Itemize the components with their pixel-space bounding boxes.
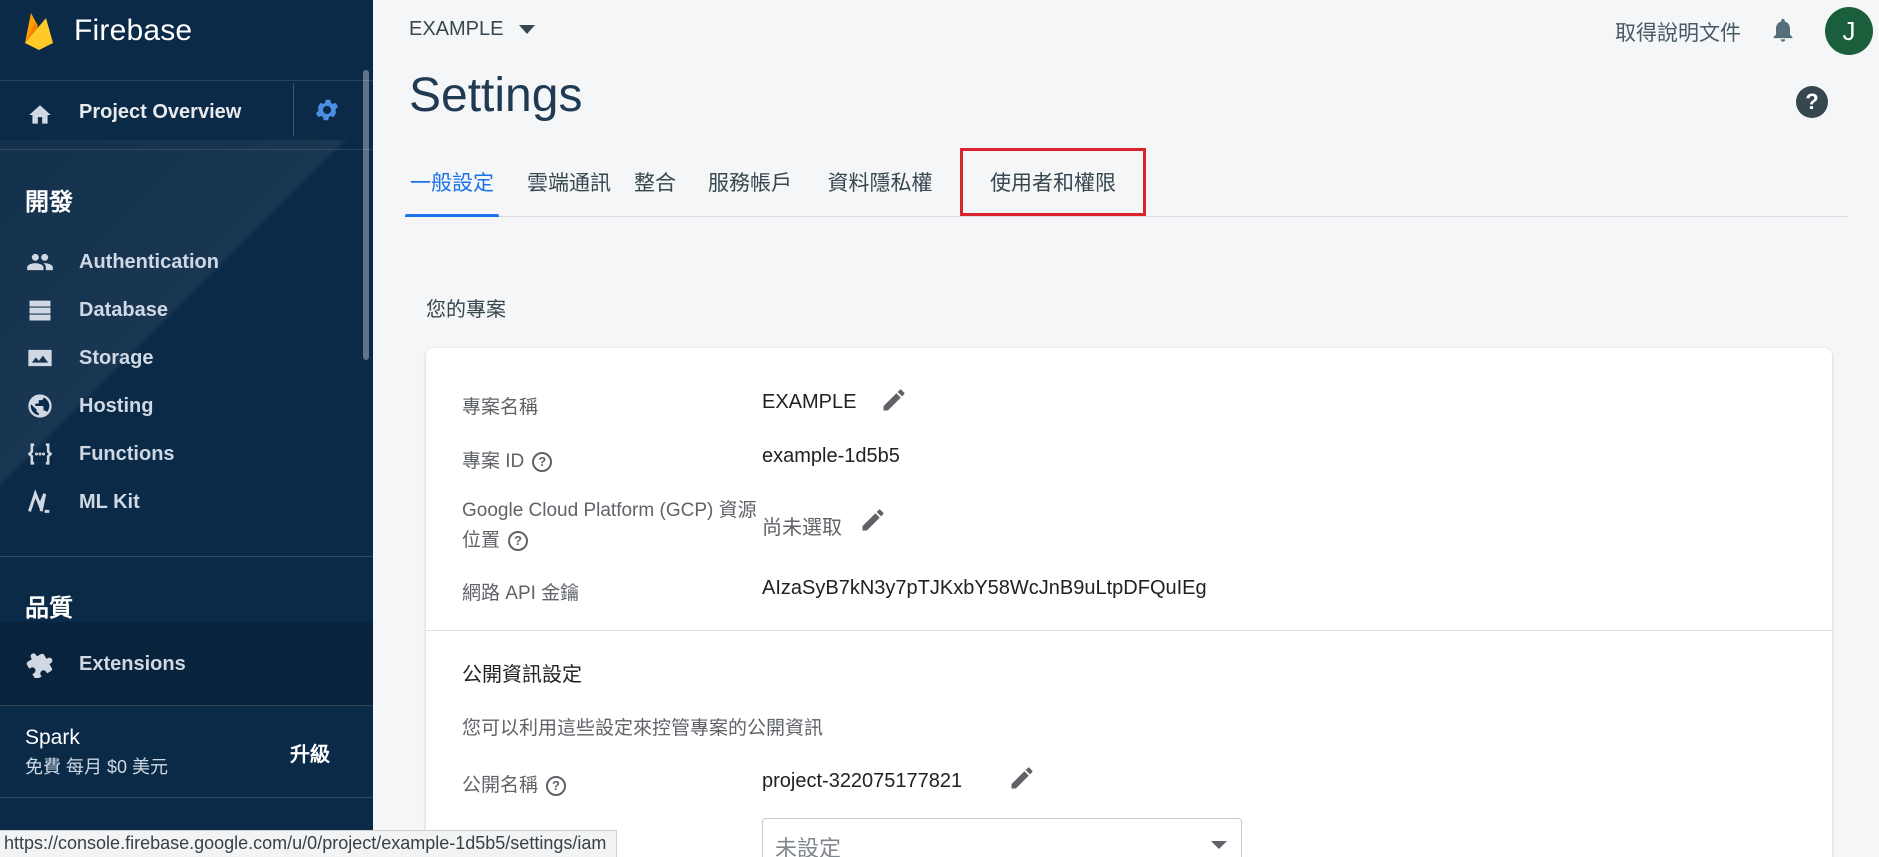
- sidebar-item-label: Authentication: [79, 250, 219, 273]
- brand-name: Firebase: [74, 14, 193, 47]
- tab-general[interactable]: 一般設定: [405, 148, 499, 217]
- functions-icon: [27, 443, 53, 465]
- gcp-label-line1: Google Cloud Platform (GCP) 資源: [462, 500, 757, 521]
- project-name: EXAMPLE: [409, 18, 504, 40]
- divider: [0, 556, 373, 557]
- project-id-label: 專案 ID?: [462, 446, 553, 473]
- divider: [426, 630, 1832, 631]
- puzzle-icon: [26, 653, 53, 678]
- avatar[interactable]: J: [1825, 7, 1873, 55]
- upgrade-button[interactable]: 升級: [290, 738, 330, 767]
- page-title: Settings: [409, 69, 583, 122]
- public-settings-description: 您可以利用這些設定來控管專案的公開資訊: [462, 718, 824, 739]
- section-quality-title: 品質: [25, 595, 73, 622]
- sidebar-item-label: Extensions: [79, 652, 186, 675]
- status-bar-url: https://console.firebase.google.com/u/0/…: [0, 830, 618, 857]
- database-icon: [29, 300, 51, 321]
- public-settings-title: 公開資訊設定: [462, 664, 582, 686]
- globe-icon: [28, 394, 52, 418]
- gcp-location-value: 尚未選取: [762, 517, 842, 539]
- public-name-label: 公開名稱?: [462, 770, 567, 797]
- public-name-value: project-322075177821: [762, 770, 963, 792]
- select-value: 未設定: [775, 836, 842, 857]
- sidebar-item-label: Functions: [79, 442, 175, 465]
- project-name-label: 專案名稱: [462, 397, 539, 418]
- sidebar-item-extensions[interactable]: Extensions: [0, 642, 373, 686]
- project-name-value: EXAMPLE: [762, 391, 857, 413]
- project-id-label-text: 專案 ID: [462, 451, 525, 472]
- help-outline-icon[interactable]: ?: [546, 775, 567, 796]
- gcp-label-line2: 位置: [462, 530, 501, 551]
- api-key-label: 網路 API 金鑰: [462, 583, 580, 604]
- divider: [293, 83, 294, 137]
- settings-tabs: 一般設定 雲端通訊 整合 服務帳戶 資料隱私權 使用者和權限: [405, 148, 1848, 217]
- sidebar-item-label: Hosting: [79, 394, 154, 417]
- sidebar-item-authentication[interactable]: Authentication: [0, 240, 373, 284]
- api-key-value: AIzaSyB7kN3y7pTJKxbY58WcJnB9uLtpDFQuIEg: [762, 577, 1207, 599]
- chevron-down-icon: [519, 25, 536, 34]
- firebase-logo[interactable]: Firebase: [22, 8, 192, 54]
- help-outline-icon[interactable]: ?: [532, 451, 553, 472]
- divider: [0, 797, 373, 798]
- edit-icon[interactable]: [1008, 764, 1036, 792]
- sidebar-item-functions[interactable]: Functions: [0, 432, 373, 476]
- divider: [0, 705, 373, 706]
- image-icon: [28, 349, 52, 367]
- gcp-location-label: Google Cloud Platform (GCP) 資源 位置?: [462, 496, 757, 556]
- sidebar-item-ml-kit[interactable]: ML Kit: [0, 480, 373, 524]
- tab-users-permissions[interactable]: 使用者和權限: [960, 148, 1146, 216]
- help-outline-icon[interactable]: ?: [508, 530, 529, 551]
- bell-icon[interactable]: [1769, 14, 1797, 46]
- sidebar-item-label: Storage: [79, 346, 154, 369]
- people-icon: [27, 253, 53, 271]
- tab-integrations[interactable]: 整合: [631, 148, 679, 216]
- plan-description: 免費 每月 $0 美元: [25, 757, 169, 777]
- sidebar-item-hosting[interactable]: Hosting: [0, 384, 373, 428]
- help-docs-link[interactable]: 取得說明文件: [1615, 17, 1741, 47]
- firebase-flame-icon: [25, 13, 53, 50]
- tab-service-accounts[interactable]: 服務帳戶: [702, 148, 798, 216]
- sidebar-item-storage[interactable]: Storage: [0, 336, 373, 380]
- ml-kit-icon: [28, 489, 50, 513]
- project-settings-card: 專案名稱 EXAMPLE 專案 ID? example-1d5b5 Google…: [426, 348, 1832, 857]
- sidebar-item-database[interactable]: Database: [0, 288, 373, 332]
- gear-icon[interactable]: [313, 96, 341, 124]
- edit-icon[interactable]: [859, 506, 887, 534]
- help-icon[interactable]: ?: [1796, 86, 1828, 118]
- project-selector[interactable]: EXAMPLE: [409, 18, 536, 41]
- support-email-select[interactable]: 未設定: [762, 818, 1242, 857]
- sidebar: Firebase Project Overview 開發 Authenticat…: [0, 0, 373, 857]
- project-id-value: example-1d5b5: [762, 445, 900, 467]
- tab-data-privacy[interactable]: 資料隱私權: [819, 148, 941, 216]
- public-name-label-text: 公開名稱: [462, 775, 539, 796]
- sidebar-item-label: ML Kit: [79, 490, 140, 513]
- section-title: 您的專案: [426, 299, 506, 321]
- tab-cloud-messaging[interactable]: 雲端通訊: [519, 148, 619, 216]
- sidebar-item-label: Database: [79, 298, 168, 321]
- section-develop-title: 開發: [25, 189, 73, 216]
- plan-name: Spark: [25, 726, 80, 749]
- edit-icon[interactable]: [880, 386, 908, 414]
- project-overview-row: Project Overview: [0, 80, 373, 150]
- chevron-down-icon: [1211, 841, 1227, 849]
- main-content: EXAMPLE 取得說明文件 J Settings ? 一般設定 雲端通訊 整合…: [373, 0, 1879, 857]
- project-overview-link[interactable]: Project Overview: [79, 101, 241, 124]
- home-icon[interactable]: [26, 102, 54, 128]
